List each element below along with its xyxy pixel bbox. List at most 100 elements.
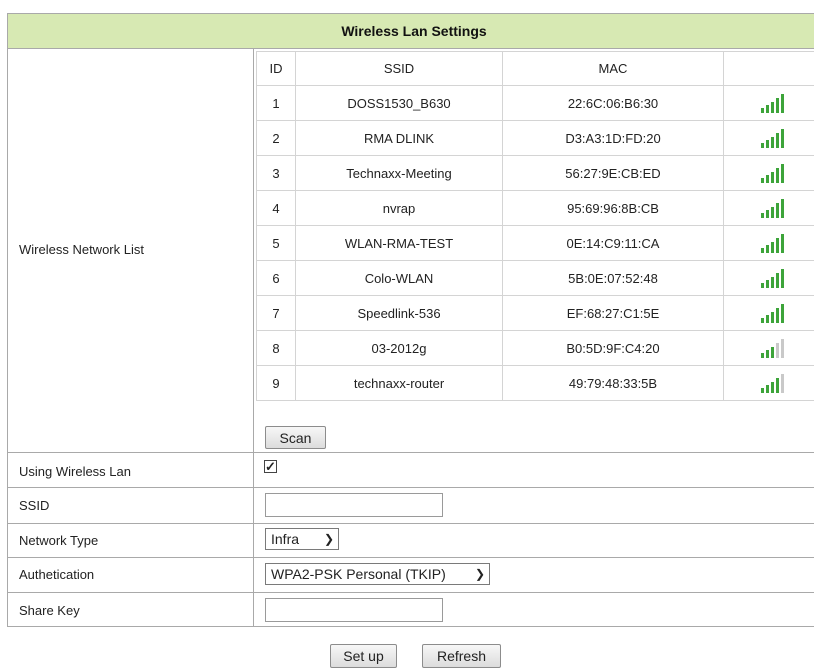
network-signal	[724, 86, 814, 121]
signal-bar	[761, 353, 764, 358]
share-key-input[interactable]	[265, 598, 443, 622]
signal-bar	[761, 143, 764, 148]
network-signal	[724, 261, 814, 296]
network-ssid: Colo-WLAN	[296, 261, 503, 296]
signal-bar	[766, 350, 769, 358]
signal-bar	[766, 315, 769, 323]
authentication-value: WPA2-PSK Personal (TKIP)	[271, 566, 446, 582]
check-mark-icon: ✓	[265, 459, 276, 474]
refresh-button[interactable]: Refresh	[422, 644, 501, 668]
network-mac: 22:6C:06:B6:30	[503, 86, 724, 121]
signal-bar	[776, 203, 779, 218]
table-row[interactable]: 3Technaxx-Meeting56:27:9E:CB:ED	[257, 156, 814, 191]
network-id: 2	[257, 121, 296, 156]
table-row[interactable]: 1DOSS1530_B63022:6C:06:B6:30	[257, 86, 814, 121]
signal-bar	[771, 347, 774, 358]
col-header-signal	[724, 52, 814, 86]
network-mac: EF:68:27:C1:5E	[503, 296, 724, 331]
network-signal	[724, 366, 814, 401]
authentication-select[interactable]: WPA2-PSK Personal (TKIP) ❯	[265, 563, 490, 585]
ssid-input[interactable]	[265, 493, 443, 517]
ssid-label: SSID	[19, 498, 49, 513]
signal-bar	[781, 374, 784, 393]
using-wireless-label: Using Wireless Lan	[19, 464, 131, 479]
network-ssid: Speedlink-536	[296, 296, 503, 331]
signal-bar	[766, 105, 769, 113]
signal-bar	[781, 164, 784, 183]
signal-bar	[771, 102, 774, 113]
signal-bar	[761, 213, 764, 218]
network-ssid: nvrap	[296, 191, 503, 226]
row-divider	[8, 452, 814, 453]
network-ssid: technaxx-router	[296, 366, 503, 401]
signal-bar	[761, 178, 764, 183]
table-row[interactable]: 2RMA DLINKD3:A3:1D:FD:20	[257, 121, 814, 156]
col-header-id: ID	[257, 52, 296, 86]
table-row[interactable]: 6Colo-WLAN5B:0E:07:52:48	[257, 261, 814, 296]
col-header-ssid: SSID	[296, 52, 503, 86]
signal-strength-icon	[761, 163, 784, 183]
signal-strength-icon	[761, 128, 784, 148]
network-id: 5	[257, 226, 296, 261]
signal-bar	[781, 339, 784, 358]
network-ssid: RMA DLINK	[296, 121, 503, 156]
signal-bar	[781, 304, 784, 323]
column-divider	[253, 48, 254, 626]
table-row[interactable]: 9technaxx-router49:79:48:33:5B	[257, 366, 814, 401]
signal-bar	[771, 137, 774, 148]
network-type-select[interactable]: Infra ❯	[265, 528, 339, 550]
row-divider	[8, 523, 814, 524]
network-id: 3	[257, 156, 296, 191]
signal-bar	[761, 108, 764, 113]
signal-bar	[761, 248, 764, 253]
signal-bar	[771, 207, 774, 218]
network-mac: B0:5D:9F:C4:20	[503, 331, 724, 366]
signal-strength-icon	[761, 198, 784, 218]
signal-bar	[776, 308, 779, 323]
setup-button[interactable]: Set up	[330, 644, 397, 668]
network-id: 6	[257, 261, 296, 296]
table-row[interactable]: 5WLAN-RMA-TEST0E:14:C9:11:CA	[257, 226, 814, 261]
panel-title: Wireless Lan Settings	[8, 14, 814, 49]
network-signal	[724, 156, 814, 191]
network-type-label: Network Type	[19, 533, 98, 548]
signal-bar	[766, 175, 769, 183]
signal-bar	[781, 234, 784, 253]
network-mac: 5B:0E:07:52:48	[503, 261, 724, 296]
table-row[interactable]: 803-2012gB0:5D:9F:C4:20	[257, 331, 814, 366]
network-signal	[724, 226, 814, 261]
chevron-down-icon: ❯	[324, 529, 334, 549]
network-id: 8	[257, 331, 296, 366]
signal-strength-icon	[761, 373, 784, 393]
signal-strength-icon	[761, 233, 784, 253]
signal-bar	[766, 140, 769, 148]
network-ssid: 03-2012g	[296, 331, 503, 366]
scan-button[interactable]: Scan	[265, 426, 326, 449]
signal-bar	[776, 133, 779, 148]
signal-strength-icon	[761, 268, 784, 288]
row-divider	[8, 557, 814, 558]
signal-bar	[776, 168, 779, 183]
network-mac: 56:27:9E:CB:ED	[503, 156, 724, 191]
signal-bar	[771, 172, 774, 183]
using-wireless-checkbox[interactable]: ✓	[264, 460, 277, 473]
signal-bar	[766, 245, 769, 253]
table-header-row: ID SSID MAC	[257, 52, 814, 86]
network-mac: 95:69:96:8B:CB	[503, 191, 724, 226]
network-ssid: Technaxx-Meeting	[296, 156, 503, 191]
signal-bar	[781, 199, 784, 218]
settings-panel: Wireless Lan Settings Wireless Network L…	[7, 13, 814, 627]
network-ssid: DOSS1530_B630	[296, 86, 503, 121]
network-list-label: Wireless Network List	[19, 242, 144, 257]
signal-bar	[761, 318, 764, 323]
signal-bar	[761, 388, 764, 393]
network-signal	[724, 121, 814, 156]
signal-bar	[761, 283, 764, 288]
network-table: ID SSID MAC 1DOSS1530_B63022:6C:06:B6:30…	[256, 51, 814, 401]
table-row[interactable]: 4nvrap95:69:96:8B:CB	[257, 191, 814, 226]
col-header-mac: MAC	[503, 52, 724, 86]
signal-bar	[776, 343, 779, 358]
table-row[interactable]: 7Speedlink-536EF:68:27:C1:5E	[257, 296, 814, 331]
row-divider	[8, 487, 814, 488]
signal-bar	[781, 129, 784, 148]
